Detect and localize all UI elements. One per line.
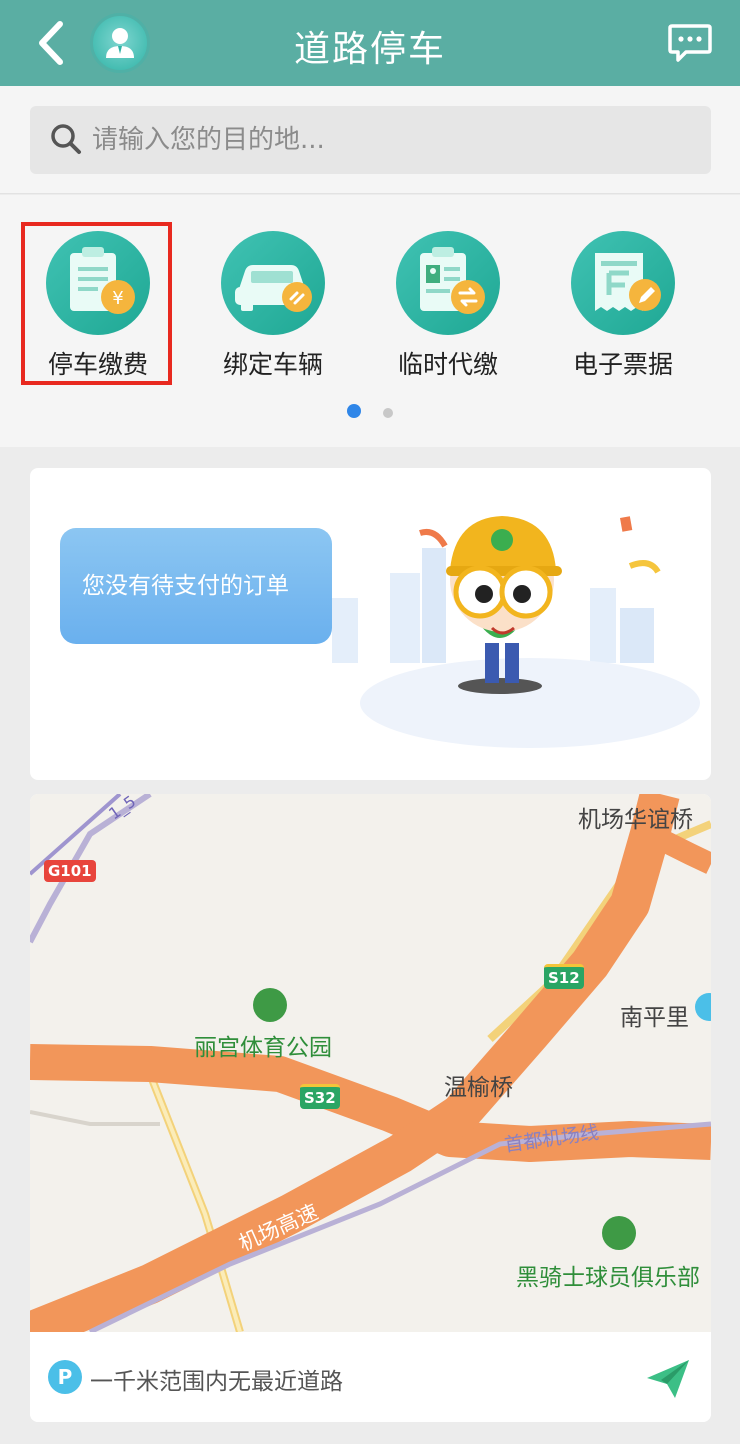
- park-poi-icon[interactable]: [253, 988, 287, 1022]
- navigate-send-icon[interactable]: [645, 1356, 691, 1402]
- message-icon[interactable]: [668, 22, 712, 64]
- map-label-wenyu-bridge[interactable]: 温榆桥: [444, 1068, 513, 1102]
- map-view[interactable]: G101 S12 S32 1_5 机场华谊桥 南平里 丽宫体育公园 温榆桥 首都…: [30, 794, 711, 1332]
- temporary-payment-icon: [396, 231, 500, 335]
- mascot-illustration: [332, 516, 700, 748]
- search-icon: [51, 124, 81, 154]
- search-input[interactable]: [92, 116, 692, 164]
- highway-shield-s32: S32: [300, 1084, 340, 1109]
- page-indicator: [0, 403, 740, 422]
- parking-icon: P: [48, 1360, 82, 1394]
- app-header: 道路停车: [0, 0, 740, 86]
- pending-orders-card: 您没有待支付的订单: [30, 468, 711, 780]
- map-roads: [30, 794, 711, 1332]
- highway-shield-g101: G101: [44, 860, 96, 882]
- map-label-knight-club[interactable]: 黑骑士球员俱乐部: [516, 1258, 700, 1292]
- quick-action-label: 电子票据: [572, 350, 673, 379]
- quick-action-e-receipt[interactable]: 电子票据: [548, 231, 698, 381]
- page-dot[interactable]: [382, 408, 393, 418]
- quick-action-bind-vehicle[interactable]: 绑定车辆: [198, 231, 348, 381]
- page-dot-active[interactable]: [347, 404, 362, 418]
- quick-action-label: 绑定车辆: [222, 350, 323, 379]
- club-poi-icon[interactable]: [602, 1216, 636, 1250]
- nearby-road-bar: P 一千米范围内无最近道路: [30, 1332, 711, 1422]
- highway-shield-s12: S12: [544, 964, 584, 989]
- map-label-nanpingli[interactable]: 南平里: [620, 998, 689, 1032]
- search-section: [0, 86, 740, 194]
- nearby-road-text: 一千米范围内无最近道路: [90, 1369, 343, 1395]
- search-bar[interactable]: [30, 106, 711, 174]
- selected-highlight: [21, 222, 172, 385]
- map-label-jichang-huayi-bridge[interactable]: 机场华谊桥: [578, 800, 693, 834]
- bind-vehicle-icon: [221, 231, 325, 335]
- empty-orders-text: 您没有待支付的订单: [82, 573, 289, 599]
- e-receipt-icon: [571, 231, 675, 335]
- quick-action-label: 临时代缴: [397, 350, 498, 379]
- quick-action-temporary-payment[interactable]: 临时代缴: [373, 231, 523, 381]
- empty-orders-bubble: 您没有待支付的订单: [60, 528, 332, 644]
- map-label-ligong-park[interactable]: 丽宫体育公园: [194, 1028, 332, 1062]
- map-card: G101 S12 S32 1_5 机场华谊桥 南平里 丽宫体育公园 温榆桥 首都…: [30, 794, 711, 1422]
- page-title: 道路停车: [293, 29, 446, 70]
